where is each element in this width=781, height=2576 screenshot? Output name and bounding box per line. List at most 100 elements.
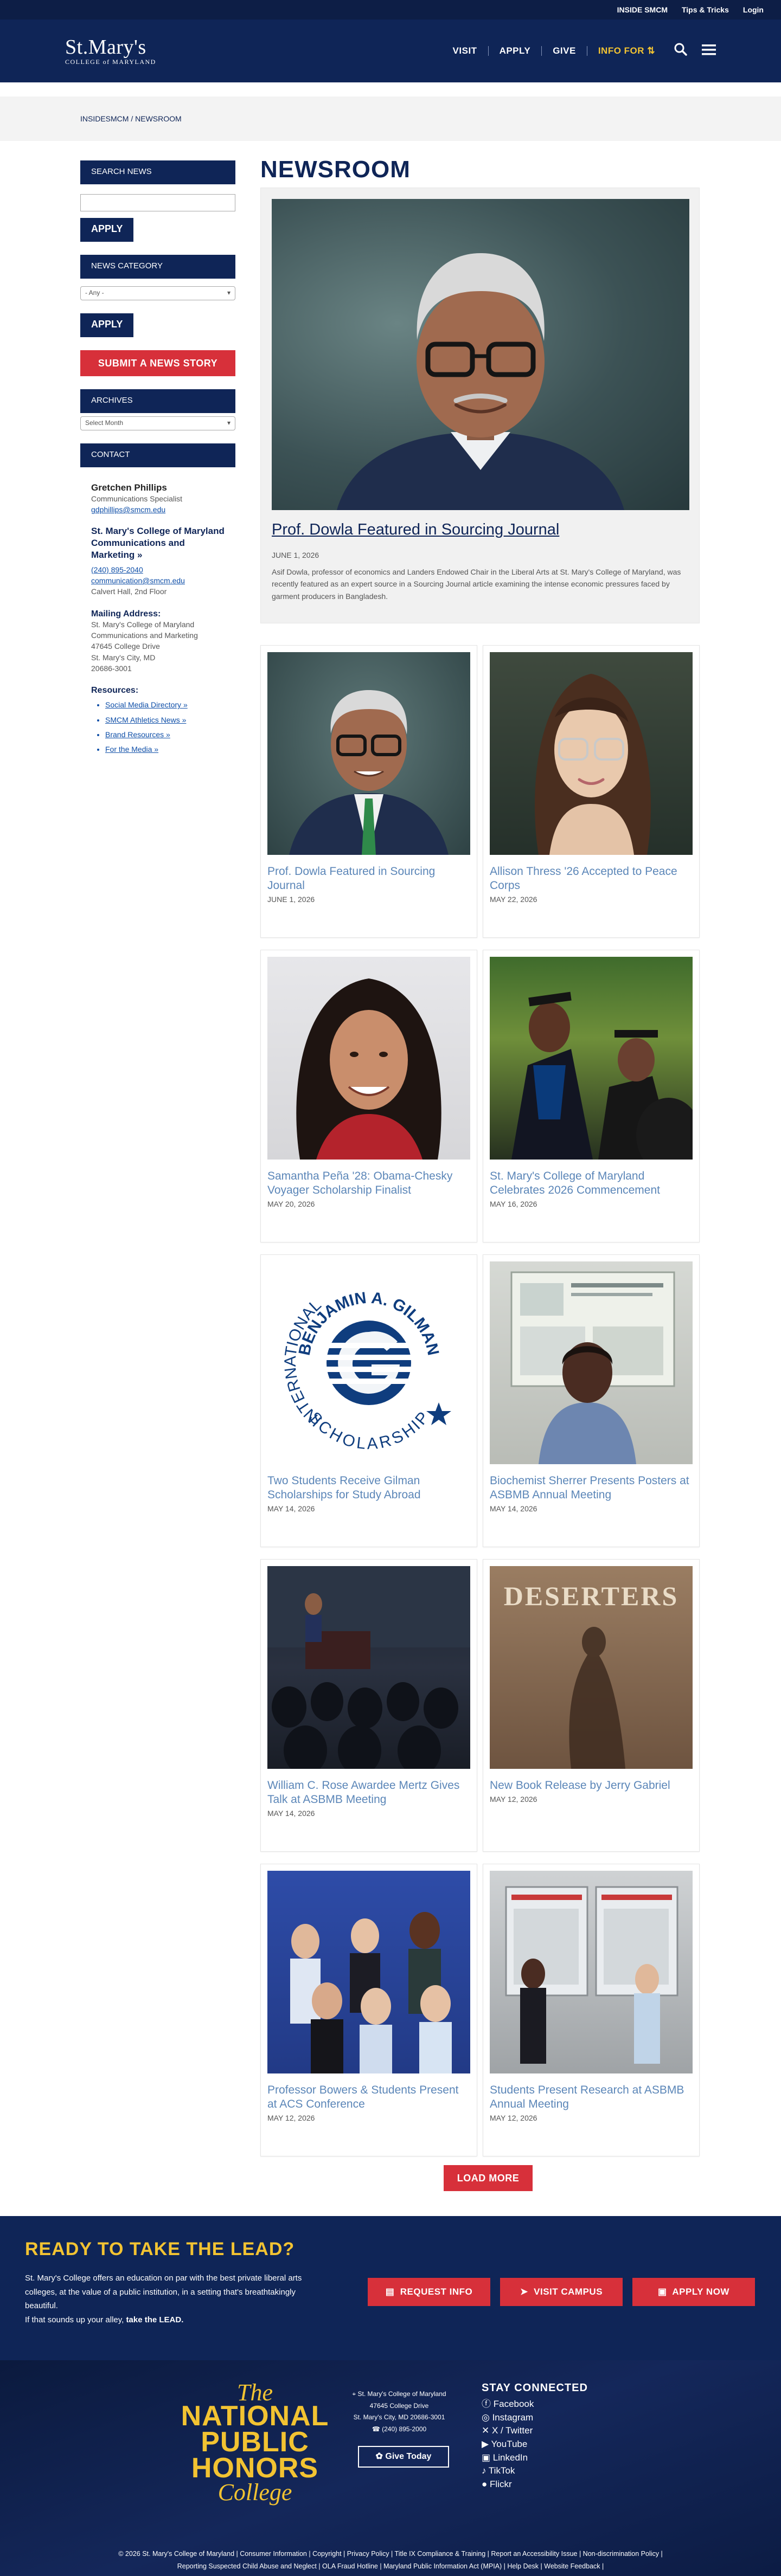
utility-link-inside-smcm[interactable]: INSIDE SMCM bbox=[617, 5, 668, 14]
load-more-button[interactable]: LOAD MORE bbox=[444, 2165, 533, 2191]
resources-heading: Resources: bbox=[91, 686, 139, 695]
legal-line[interactable]: Reporting Suspected Child Abuse and Negl… bbox=[0, 2560, 781, 2573]
news-card-title[interactable]: Two Students Receive Gilman Scholarships… bbox=[267, 1474, 470, 1502]
featured-story-title[interactable]: Prof. Dowla Featured in Sourcing Journal bbox=[272, 521, 688, 539]
apply-now-button[interactable]: ▣ APPLY NOW bbox=[632, 2278, 755, 2306]
contact-org-email-link[interactable]: communication@smcm.edu bbox=[91, 575, 225, 586]
news-card-date: MAY 12, 2026 bbox=[490, 1795, 537, 1804]
news-card[interactable]: William C. Rose Awardee Mertz Gives Talk… bbox=[260, 1559, 477, 1852]
utility-link-login[interactable]: Login bbox=[743, 5, 764, 14]
flickr-icon: ● bbox=[482, 2478, 488, 2489]
menu-icon[interactable] bbox=[702, 42, 716, 60]
mailing-heading: Mailing Address: bbox=[91, 609, 161, 619]
nav-give[interactable]: GIVE bbox=[553, 46, 576, 56]
search-apply-button[interactable]: APPLY bbox=[80, 218, 134, 242]
resource-link[interactable]: SMCM Athletics News » bbox=[105, 713, 225, 727]
national-public-honors-college-logo: The NATIONAL PUBLIC HONORS College bbox=[179, 2380, 331, 2504]
news-card-photo[interactable]: DESERTERS bbox=[490, 1566, 693, 1769]
news-card-title[interactable]: St. Mary's College of Maryland Celebrate… bbox=[490, 1169, 693, 1197]
news-card-title[interactable]: Students Present Research at ASBMB Annua… bbox=[490, 2083, 693, 2111]
instagram-icon: ◎ bbox=[482, 2412, 490, 2423]
submit-news-story-button[interactable]: SUBMIT A NEWS STORY bbox=[80, 350, 235, 376]
search-icon[interactable] bbox=[674, 42, 688, 60]
honors-logo-line: HONORS bbox=[191, 2452, 319, 2484]
logo-wordmark: St.Mary's bbox=[65, 36, 146, 59]
news-card-title[interactable]: Prof. Dowla Featured in Sourcing Journal bbox=[267, 865, 470, 893]
tiktok-icon: ♪ bbox=[482, 2465, 486, 2476]
news-card-photo[interactable] bbox=[490, 652, 693, 855]
mailing-line: St. Mary's City, MD bbox=[91, 653, 156, 662]
gift-icon: ✿ bbox=[375, 2452, 383, 2461]
phone-icon: ☎ bbox=[372, 2425, 380, 2433]
social-label: LinkedIn bbox=[492, 2452, 528, 2463]
social-link-x[interactable]: ✕ X / Twitter bbox=[482, 2424, 588, 2438]
news-card[interactable]: St. Mary's College of Maryland Celebrate… bbox=[483, 950, 700, 1242]
social-link-facebook[interactable]: ⓕ Facebook bbox=[482, 2398, 588, 2411]
visit-campus-button[interactable]: ➤ VISIT CAMPUS bbox=[500, 2278, 623, 2306]
resource-link[interactable]: Social Media Directory » bbox=[105, 698, 225, 712]
news-card-title[interactable]: Samantha Peña '28: Obama-Chesky Voyager … bbox=[267, 1169, 470, 1197]
news-card[interactable]: Students Present Research at ASBMB Annua… bbox=[483, 1864, 700, 2156]
news-card-title[interactable]: William C. Rose Awardee Mertz Gives Talk… bbox=[267, 1779, 470, 1807]
category-apply-button[interactable]: APPLY bbox=[80, 313, 134, 337]
news-card-date: JUNE 1, 2026 bbox=[267, 895, 315, 904]
news-card-photo[interactable] bbox=[490, 1871, 693, 2073]
news-card[interactable]: Biochemist Sherrer Presents Posters at A… bbox=[483, 1254, 700, 1547]
contact-phone-link[interactable]: (240) 895-2040 bbox=[91, 564, 225, 575]
news-card[interactable]: Samantha Peña '28: Obama-Chesky Voyager … bbox=[260, 950, 477, 1242]
main-content: NEWSROOM Prof. Dowla Featured in Sourcin… bbox=[260, 156, 700, 2156]
youtube-icon: ▶ bbox=[482, 2438, 489, 2449]
news-card-photo[interactable] bbox=[267, 652, 470, 855]
nav-apply[interactable]: APPLY bbox=[500, 46, 531, 56]
search-input[interactable] bbox=[80, 194, 235, 211]
category-select[interactable]: - Any - ▾ bbox=[80, 286, 235, 300]
contact-title: Communications Specialist bbox=[91, 494, 183, 503]
address-line: ⌖ St. Mary's College of Maryland bbox=[350, 2388, 448, 2400]
cta-line: If that sounds up your alley, take the L… bbox=[25, 2313, 329, 2327]
request-info-button[interactable]: ▤ REQUEST INFO bbox=[368, 2278, 490, 2306]
featured-story-photo[interactable] bbox=[272, 199, 689, 510]
news-card[interactable]: Allison Thress '26 Accepted to Peace Cor… bbox=[483, 645, 700, 938]
news-card-photo[interactable] bbox=[490, 957, 693, 1160]
news-card-title[interactable]: Allison Thress '26 Accepted to Peace Cor… bbox=[490, 865, 693, 893]
document-icon: ▤ bbox=[385, 2287, 395, 2297]
page-title: NEWSROOM bbox=[260, 156, 411, 183]
cta-title: READY TO TAKE THE LEAD? bbox=[25, 2239, 295, 2259]
address-line[interactable]: ☎ (240) 895-2000 bbox=[350, 2424, 448, 2436]
news-grid: Prof. Dowla Featured in Sourcing Journal… bbox=[260, 645, 700, 2156]
legal-line[interactable]: © 2026 St. Mary's College of Maryland | … bbox=[0, 2548, 781, 2560]
contact-email-link[interactable]: gdphillips@smcm.edu bbox=[91, 504, 225, 515]
give-today-button[interactable]: ✿ Give Today bbox=[358, 2446, 449, 2468]
news-card[interactable]: BENJAMIN A. GILMAN INTERNATIONAL SCHOLAR… bbox=[260, 1254, 477, 1547]
nav-info-for[interactable]: INFO FOR ⇅ bbox=[598, 46, 655, 56]
resource-link[interactable]: For the Media » bbox=[105, 742, 225, 757]
news-card-photo[interactable] bbox=[267, 1566, 470, 1769]
news-card-photo[interactable]: BENJAMIN A. GILMAN INTERNATIONAL SCHOLAR… bbox=[267, 1261, 470, 1464]
social-link-linkedin[interactable]: ▣ LinkedIn bbox=[482, 2451, 588, 2465]
contact-org-link[interactable]: St. Mary's College of Maryland Communica… bbox=[91, 525, 225, 561]
featured-story-date: JUNE 1, 2026 bbox=[272, 551, 319, 559]
archives-select[interactable]: Select Month ▾ bbox=[80, 416, 235, 430]
social-link-youtube[interactable]: ▶ YouTube bbox=[482, 2438, 588, 2451]
news-card-photo[interactable] bbox=[490, 1261, 693, 1464]
news-card[interactable]: Prof. Dowla Featured in Sourcing Journal… bbox=[260, 645, 477, 938]
social-link-tiktok[interactable]: ♪ TikTok bbox=[482, 2464, 588, 2478]
breadcrumb: INSIDESMCM / NEWSROOM bbox=[0, 96, 781, 141]
nav-visit[interactable]: VISIT bbox=[453, 46, 477, 56]
news-card-title[interactable]: New Book Release by Jerry Gabriel bbox=[490, 1779, 693, 1793]
news-card[interactable]: DESERTERS New Book Release by Jerry Gabr… bbox=[483, 1559, 700, 1852]
news-card-title[interactable]: Biochemist Sherrer Presents Posters at A… bbox=[490, 1474, 693, 1502]
footer-address: ⌖ St. Mary's College of Maryland 47645 C… bbox=[350, 2388, 448, 2435]
news-card-photo[interactable] bbox=[267, 957, 470, 1160]
breadcrumb-text[interactable]: INSIDESMCM / NEWSROOM bbox=[80, 114, 182, 123]
resource-link[interactable]: Brand Resources » bbox=[105, 727, 225, 742]
footer-legal-links[interactable]: © 2026 St. Mary's College of Maryland | … bbox=[0, 2548, 781, 2573]
college-logo[interactable]: St.Mary's COLLEGE of MARYLAND bbox=[65, 37, 156, 65]
social-link-flickr[interactable]: ● Flickr bbox=[482, 2478, 588, 2491]
utility-link-tips[interactable]: Tips & Tricks bbox=[682, 5, 729, 14]
location-arrow-icon: ➤ bbox=[520, 2287, 528, 2297]
news-card-photo[interactable] bbox=[267, 1871, 470, 2073]
news-card-title[interactable]: Professor Bowers & Students Present at A… bbox=[267, 2083, 470, 2111]
news-card[interactable]: Professor Bowers & Students Present at A… bbox=[260, 1864, 477, 2156]
social-link-instagram[interactable]: ◎ Instagram bbox=[482, 2411, 588, 2425]
